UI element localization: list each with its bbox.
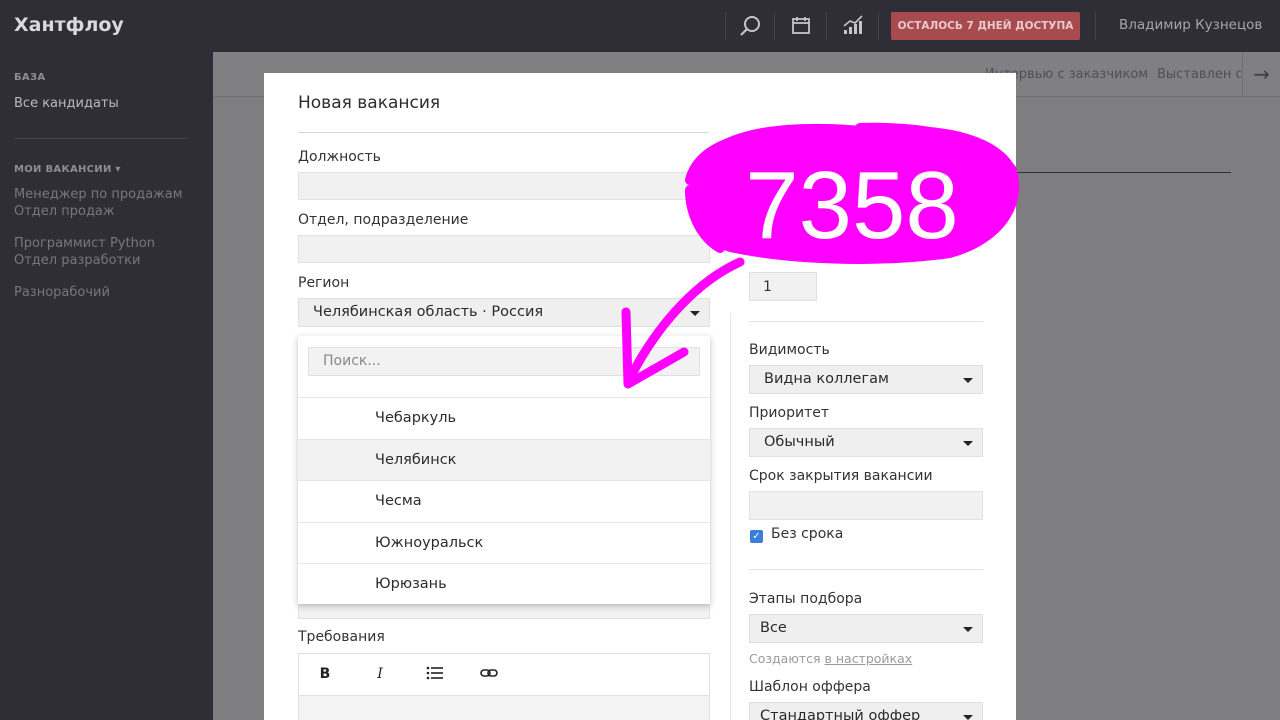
- chevron-down-icon: [963, 715, 973, 720]
- sidebar-item-all-candidates[interactable]: Все кандидаты: [14, 95, 119, 112]
- divider: [826, 12, 827, 40]
- vacancy-title: Менеджер по продажам: [14, 187, 183, 202]
- deadline-input[interactable]: [749, 491, 983, 520]
- italic-icon[interactable]: I: [370, 666, 390, 682]
- stages-label: Этапы подбора: [749, 591, 863, 607]
- divider: [725, 12, 726, 40]
- sidebar-heading-vacancies[interactable]: МОИ ВАКАНСИИ ▾: [14, 164, 121, 175]
- divider: [1016, 172, 1231, 173]
- position-input[interactable]: [298, 172, 710, 200]
- priority-select[interactable]: Обычный: [749, 428, 983, 457]
- vacancy-title: Разнорабочий: [14, 285, 110, 300]
- chevron-down-icon: [690, 311, 700, 316]
- sidebar-vacancy-item[interactable]: Менеджер по продажам Отдел продаж: [14, 186, 183, 220]
- chevron-down-icon: [963, 441, 973, 446]
- region-label: Регион: [298, 275, 350, 291]
- region-select[interactable]: Челябинская область · Россия: [298, 298, 710, 327]
- region-option[interactable]: Чебаркуль: [298, 397, 710, 439]
- region-search-input[interactable]: Поиск...: [308, 347, 700, 376]
- visibility-value: Видна коллегам: [764, 371, 889, 387]
- offer-select[interactable]: Стандартный оффер: [749, 702, 983, 720]
- divider: [14, 138, 188, 139]
- bold-icon[interactable]: B: [315, 666, 335, 682]
- divider: [749, 321, 983, 322]
- sidebar-heading-base: БАЗА: [14, 72, 46, 83]
- stages-select[interactable]: Все: [749, 614, 983, 643]
- divider: [1095, 12, 1096, 40]
- editor-toolbar: B I: [299, 654, 709, 696]
- column-divider: [730, 313, 731, 720]
- priority-label: Приоритет: [749, 405, 829, 421]
- sidebar-vacancy-item[interactable]: Программист Python Отдел разработки: [14, 235, 155, 269]
- settings-link[interactable]: в настройках: [825, 651, 913, 666]
- offer-value: Стандартный оффер: [760, 708, 921, 720]
- offer-label: Шаблон оффера: [749, 679, 871, 695]
- sidebar-vacancy-item[interactable]: Разнорабочий: [14, 284, 110, 301]
- vacancy-dept: Отдел продаж: [14, 204, 115, 219]
- requirements-label: Требования: [298, 629, 385, 645]
- divider: [774, 12, 775, 40]
- region-option[interactable]: Чесма: [298, 480, 710, 522]
- access-remaining-button[interactable]: ОСТАЛОСЬ 7 ДНЕЙ ДОСТУПА: [891, 12, 1080, 40]
- priority-value: Обычный: [764, 434, 835, 450]
- divider: [878, 12, 879, 40]
- region-dropdown: Поиск... Чебаркуль Челябинск Чесма Южноу…: [298, 336, 710, 604]
- modal-title: Новая вакансия: [298, 93, 441, 113]
- analytics-icon[interactable]: [840, 12, 868, 40]
- top-bar: Хантфлоу ОСТАЛОСЬ 7 ДНЕЙ ДОСТУПА Владими…: [0, 0, 1280, 52]
- position-label: Должность: [298, 149, 381, 165]
- list-icon[interactable]: [425, 666, 445, 684]
- visibility-label: Видимость: [749, 342, 830, 358]
- chevron-down-icon: [963, 378, 973, 383]
- no-deadline-checkbox[interactable]: ✓: [750, 530, 763, 543]
- region-option-highlighted[interactable]: Челябинск: [298, 439, 710, 481]
- department-input[interactable]: [298, 235, 710, 263]
- department-label: Отдел, подразделение: [298, 212, 469, 228]
- deadline-label: Срок закрытия вакансии: [749, 468, 933, 484]
- calendar-icon[interactable]: [788, 12, 816, 40]
- region-option[interactable]: Южноуральск: [298, 522, 710, 564]
- sidebar: БАЗА Все кандидаты МОИ ВАКАНСИИ ▾ Менедж…: [0, 52, 213, 720]
- vacancy-title: Программист Python: [14, 236, 156, 251]
- chevron-down-icon: [963, 627, 973, 632]
- region-value: Челябинская область · Россия: [313, 304, 544, 320]
- stages-hint-text: Создаются: [749, 651, 821, 666]
- divider: [298, 132, 709, 133]
- user-name[interactable]: Владимир Кузнецов: [1119, 17, 1262, 33]
- visibility-select[interactable]: Видна коллегам: [749, 365, 983, 394]
- tab-offer[interactable]: Выставлен о: [1157, 67, 1241, 82]
- vacancy-dept: Отдел разработки: [14, 253, 141, 268]
- no-deadline-label[interactable]: Без срока: [771, 526, 843, 542]
- stages-value: Все: [760, 620, 787, 636]
- search-icon[interactable]: [737, 12, 765, 40]
- requirements-editor[interactable]: B I: [298, 653, 710, 720]
- link-icon[interactable]: [479, 666, 499, 684]
- region-option[interactable]: Юрюзань: [298, 563, 710, 605]
- arrow-right-icon[interactable]: →: [1242, 53, 1280, 96]
- stages-hint: Создаются в настройках: [749, 651, 912, 666]
- people-count-input[interactable]: 1: [749, 272, 817, 301]
- app-logo[interactable]: Хантфлоу: [14, 14, 124, 36]
- divider: [749, 569, 983, 570]
